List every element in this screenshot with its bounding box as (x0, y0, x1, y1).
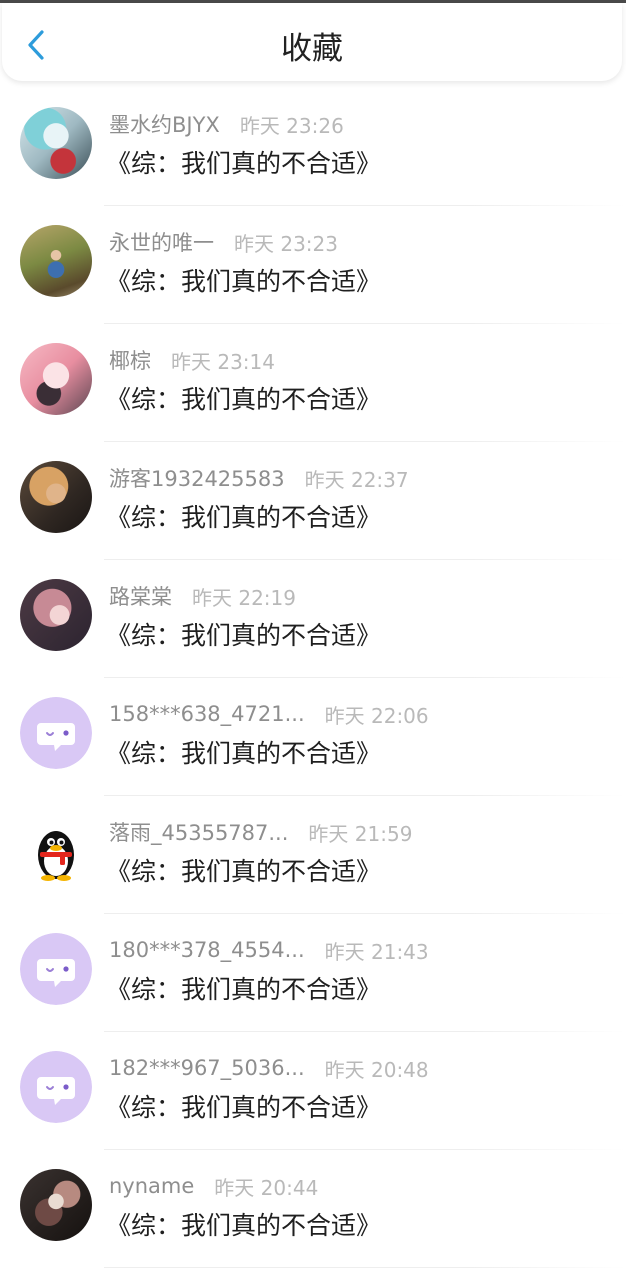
penguin-icon[interactable] (20, 815, 92, 887)
avatar[interactable] (20, 1169, 92, 1241)
favorites-list: 墨水约BJYX 昨天 23:26 《综：我们真的不合适》 永世的唯一 昨天 23:23 《… (0, 88, 626, 1268)
item-meta: nyname 昨天 20:44 (109, 1170, 318, 1202)
chat-bubble-icon[interactable] (20, 697, 92, 769)
favorite-item[interactable]: 椰棕 昨天 23:14 《综：我们真的不合适》 (0, 324, 626, 442)
timestamp: 昨天 21:43 (324, 939, 429, 964)
user-name[interactable]: 永世的唯一 (109, 227, 214, 257)
avatar[interactable] (20, 461, 92, 533)
timestamp: 昨天 23:26 (239, 113, 344, 138)
book-title[interactable]: 《综：我们真的不合适》 (106, 854, 381, 890)
user-name[interactable]: 158***638_4721... (109, 702, 305, 726)
user-name[interactable]: 游客1932425583 (109, 463, 285, 493)
avatar[interactable] (20, 107, 92, 179)
avatar[interactable] (20, 343, 92, 415)
item-meta: 158***638_4721... 昨天 22:06 (109, 698, 429, 730)
item-meta: 墨水约BJYX 昨天 23:26 (109, 108, 344, 140)
timestamp: 昨天 23:14 (171, 349, 275, 374)
user-name[interactable]: 椰棕 (109, 345, 151, 375)
timestamp: 昨天 23:23 (234, 231, 338, 256)
timestamp: 昨天 20:44 (214, 1175, 319, 1200)
timestamp: 昨天 22:37 (304, 467, 409, 492)
favorites-screen: 收藏 墨水约BJYX 昨天 23:26 《综：我们真的不合适》 永世的唯一 昨天 23:… (0, 0, 626, 1280)
favorite-item[interactable]: 路棠棠 昨天 22:19 《综：我们真的不合适》 (0, 560, 626, 678)
book-title[interactable]: 《综：我们真的不合适》 (106, 618, 381, 654)
book-title[interactable]: 《综：我们真的不合适》 (106, 264, 381, 300)
item-meta: 180***378_4554... 昨天 21:43 (109, 934, 429, 966)
avatar[interactable] (20, 579, 92, 651)
timestamp: 昨天 22:06 (324, 703, 429, 728)
favorite-item[interactable]: 落雨_45355787... 昨天 21:59 《综：我们真的不合适》 (0, 796, 626, 914)
user-name[interactable]: 落雨_45355787... (109, 817, 288, 847)
favorite-item[interactable]: 墨水约BJYX 昨天 23:26 《综：我们真的不合适》 (0, 88, 626, 206)
item-meta: 路棠棠 昨天 22:19 (109, 580, 296, 612)
item-meta: 落雨_45355787... 昨天 21:59 (109, 816, 412, 848)
chat-bubble-icon[interactable] (20, 933, 92, 1005)
book-title[interactable]: 《综：我们真的不合适》 (106, 1208, 381, 1244)
book-title[interactable]: 《综：我们真的不合适》 (106, 1090, 381, 1126)
timestamp: 昨天 20:48 (324, 1057, 429, 1082)
favorite-item[interactable]: 永世的唯一 昨天 23:23 《综：我们真的不合适》 (0, 206, 626, 324)
item-meta: 椰棕 昨天 23:14 (109, 344, 275, 376)
page-title: 收藏 (281, 31, 343, 67)
avatar[interactable] (20, 225, 92, 297)
timestamp: 昨天 22:19 (192, 585, 296, 610)
header-bar: 收藏 (2, 3, 622, 81)
book-title[interactable]: 《综：我们真的不合适》 (106, 146, 381, 182)
book-title[interactable]: 《综：我们真的不合适》 (106, 972, 381, 1008)
book-title[interactable]: 《综：我们真的不合适》 (106, 500, 381, 536)
item-meta: 游客1932425583 昨天 22:37 (109, 462, 409, 494)
favorite-item[interactable]: 游客1932425583 昨天 22:37 《综：我们真的不合适》 (0, 442, 626, 560)
item-meta: 182***967_5036... 昨天 20:48 (109, 1052, 429, 1084)
favorite-item[interactable]: nyname 昨天 20:44 《综：我们真的不合适》 (0, 1150, 626, 1268)
user-name[interactable]: nyname (109, 1174, 194, 1198)
chat-bubble-icon[interactable] (20, 1051, 92, 1123)
user-name[interactable]: 路棠棠 (109, 581, 172, 611)
divider (104, 1267, 626, 1268)
favorite-item[interactable]: 180***378_4554... 昨天 21:43 《综：我们真的不合适》 (0, 914, 626, 1032)
timestamp: 昨天 21:59 (308, 821, 413, 846)
user-name[interactable]: 182***967_5036... (109, 1056, 305, 1080)
book-title[interactable]: 《综：我们真的不合适》 (106, 736, 381, 772)
favorite-item[interactable]: 182***967_5036... 昨天 20:48 《综：我们真的不合适》 (0, 1032, 626, 1150)
favorite-item[interactable]: 158***638_4721... 昨天 22:06 《综：我们真的不合适》 (0, 678, 626, 796)
user-name[interactable]: 180***378_4554... (109, 938, 305, 962)
item-meta: 永世的唯一 昨天 23:23 (109, 226, 338, 258)
book-title[interactable]: 《综：我们真的不合适》 (106, 382, 381, 418)
user-name[interactable]: 墨水约BJYX (109, 109, 220, 139)
